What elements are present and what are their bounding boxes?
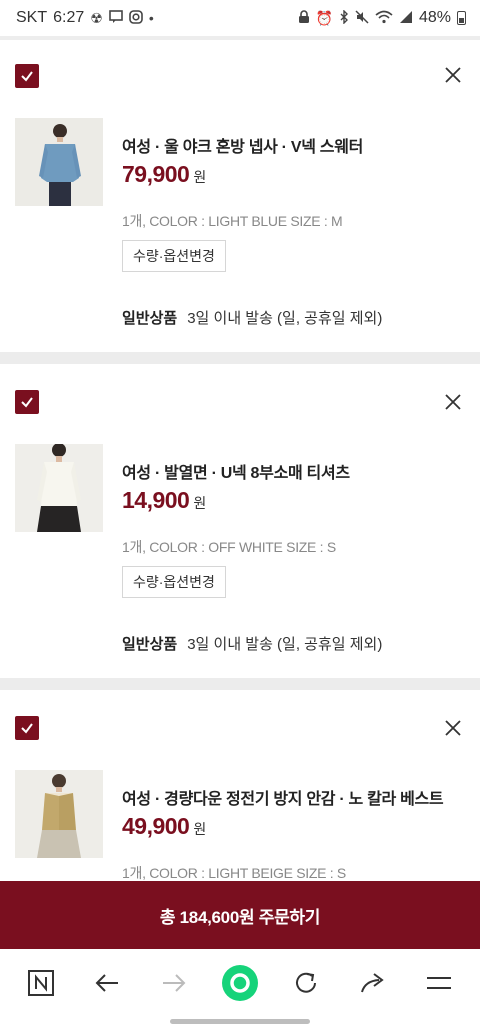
status-bar: SKT 6:27 ☢ • ⏰ 48%: [0, 0, 480, 36]
item-checkbox[interactable]: [15, 64, 39, 88]
reload-button[interactable]: [284, 961, 328, 1005]
shipping-type: 일반상품: [122, 310, 178, 327]
product-price: 14,900 원: [122, 487, 206, 514]
vest-image: [15, 770, 103, 858]
home-button[interactable]: [218, 961, 262, 1005]
carrier: SKT: [16, 9, 48, 26]
check-icon: [21, 723, 33, 734]
product-options: 1개, COLOR : LIGHT BEIGE SIZE : S: [122, 865, 346, 881]
browser-nav-bar: [0, 949, 480, 1017]
product-image[interactable]: [15, 770, 103, 858]
price-value: 49,900: [122, 813, 190, 839]
sweater-image: [15, 118, 103, 206]
menu-icon: [426, 977, 451, 989]
wifi-icon: [375, 10, 393, 27]
tabs-n-icon: [28, 970, 55, 996]
close-icon: [445, 720, 461, 736]
battery-icon: [457, 11, 466, 25]
home-circle-icon: [221, 965, 258, 1001]
item-divider: [0, 678, 480, 690]
forward-button[interactable]: [152, 961, 196, 1005]
back-button[interactable]: [85, 961, 129, 1005]
remove-item-button[interactable]: [442, 64, 464, 86]
product-name[interactable]: 여성 · 경량다운 정전기 방지 안감 · 노 칼라 베스트: [122, 785, 444, 809]
alarm-icon: ⏰: [315, 9, 333, 26]
instagram-icon: [129, 9, 143, 27]
shipping-info: 일반상품 3일 이내 발송 (일, 공휴일 제외): [122, 633, 382, 654]
shipping-info: 일반상품 3일 이내 발송 (일, 공휴일 제외): [122, 307, 382, 328]
change-options-button[interactable]: 수량·옵션변경: [122, 240, 226, 272]
product-name[interactable]: 여성 · 발열면 · U넥 8부소매 티셔츠: [122, 459, 350, 483]
change-options-button[interactable]: 수량·옵션변경: [122, 566, 226, 598]
battery-percent: 48%: [418, 9, 451, 26]
reload-icon: [296, 972, 317, 993]
radiation-icon: ☢: [90, 9, 103, 26]
product-name[interactable]: 여성 · 울 야크 혼방 넵사 · V넥 스웨터: [122, 133, 363, 157]
price-value: 14,900: [122, 487, 190, 513]
product-price: 79,900 원: [122, 161, 206, 188]
forward-arrow-icon: [162, 974, 186, 992]
order-button[interactable]: 총 184,600원 주문하기: [0, 881, 480, 949]
price-unit: 원: [193, 821, 207, 837]
item-divider: [0, 352, 480, 364]
price-value: 79,900: [122, 161, 190, 187]
item-checkbox[interactable]: [15, 716, 39, 740]
check-icon: [21, 397, 33, 408]
product-options: 1개, COLOR : OFF WHITE SIZE : S: [122, 539, 336, 555]
product-image[interactable]: [15, 444, 103, 532]
signal-icon: [399, 10, 413, 27]
shipping-type: 일반상품: [122, 636, 178, 653]
close-icon: [445, 394, 461, 410]
item-checkbox[interactable]: [15, 390, 39, 414]
price-unit: 원: [193, 495, 207, 511]
back-arrow-icon: [96, 974, 119, 992]
clock: 6:27: [53, 9, 85, 26]
product-price: 49,900 원: [122, 813, 206, 840]
product-options: 1개, COLOR : LIGHT BLUE SIZE : M: [122, 213, 343, 229]
cart-item: 여성 · 울 야크 혼방 넵사 · V넥 스웨터 79,900 원 1개, CO…: [0, 40, 480, 352]
home-indicator[interactable]: [170, 1019, 310, 1024]
cart-item: 여성 · 경량다운 정전기 방지 안감 · 노 칼라 베스트 49,900 원 …: [0, 690, 480, 881]
remove-item-button[interactable]: [442, 717, 464, 739]
order-button-label: 총 184,600원 주문하기: [159, 907, 321, 927]
cart-item: 여성 · 발열면 · U넥 8부소매 티셔츠 14,900 원 1개, COLO…: [0, 364, 480, 678]
product-image[interactable]: [15, 118, 103, 206]
message-icon: [109, 9, 123, 27]
price-unit: 원: [193, 169, 207, 185]
shipping-note: 3일 이내 발송 (일, 공휴일 제외): [187, 310, 383, 327]
tshirt-image: [15, 444, 103, 532]
lock-icon: [298, 9, 310, 27]
share-button[interactable]: [351, 961, 395, 1005]
menu-button[interactable]: [417, 961, 461, 1005]
bluetooth-icon: [339, 8, 349, 27]
tabs-button[interactable]: [19, 961, 63, 1005]
remove-item-button[interactable]: [442, 391, 464, 413]
check-icon: [21, 71, 33, 82]
dot-icon: •: [148, 10, 154, 26]
shipping-note: 3일 이내 발송 (일, 공휴일 제외): [187, 636, 383, 653]
close-icon: [445, 67, 461, 83]
mute-icon: [355, 9, 369, 27]
share-icon: [360, 973, 384, 993]
